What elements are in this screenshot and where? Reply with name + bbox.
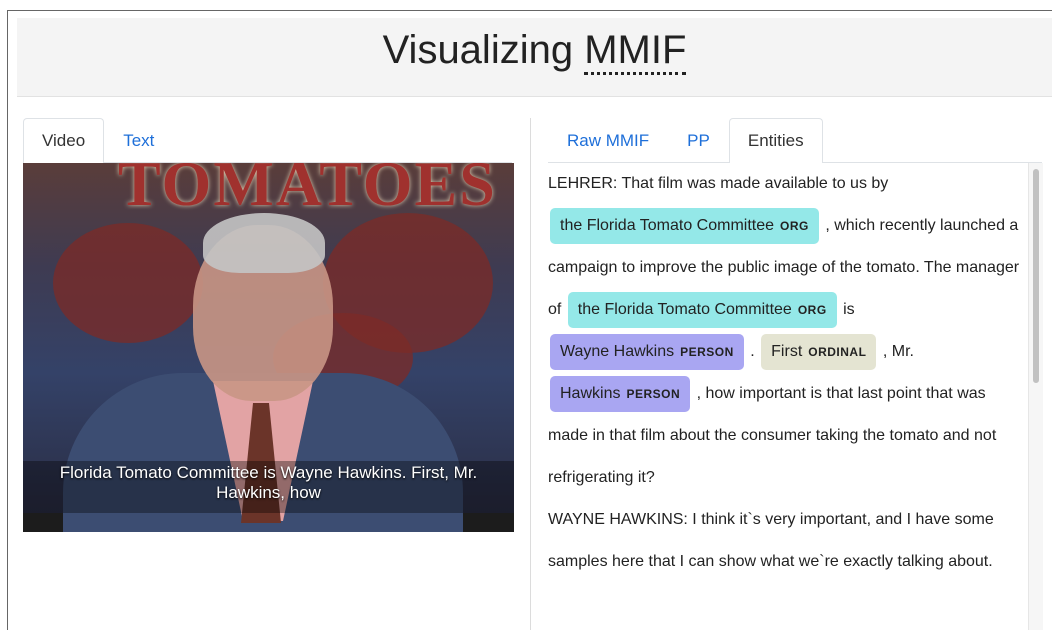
window-frame-left — [0, 10, 8, 630]
entity-text: Wayne Hawkins — [560, 343, 675, 360]
entities-paragraph-2: WAYNE HAWKINS: I think it`s very importa… — [548, 511, 994, 570]
window-frame-top — [7, 10, 1052, 11]
video-sign-text: TOMATOES — [118, 163, 497, 219]
page-header: Visualizing MMIF — [17, 18, 1052, 97]
right-tab-bar: Raw MMIF PP Entities — [548, 118, 1042, 163]
entity-person[interactable]: Wayne Hawkins PERSON — [550, 334, 744, 370]
entity-org[interactable]: the Florida Tomato Committee ORG — [567, 292, 837, 328]
tomato-shape — [53, 223, 203, 343]
entity-person[interactable]: Hawkins PERSON — [550, 376, 691, 412]
tab-video[interactable]: Video — [23, 118, 105, 163]
person-hair — [203, 213, 325, 273]
entity-label: ORDINAL — [808, 345, 867, 359]
entity-label: PERSON — [626, 387, 681, 401]
tab-raw-mmif[interactable]: Raw MMIF — [548, 118, 668, 162]
text-run: LEHRER: That film was made available to … — [548, 175, 889, 192]
text-run: is — [843, 301, 855, 318]
tab-pp[interactable]: PP — [668, 118, 729, 162]
entity-text: Hawkins — [560, 385, 621, 402]
scrollbar-thumb[interactable] — [1033, 169, 1039, 383]
caption-line-2: Hawkins, how — [216, 483, 321, 502]
entity-label: PERSON — [680, 345, 734, 359]
entity-label: ORG — [780, 219, 809, 233]
tab-text[interactable]: Text — [104, 118, 173, 162]
video-player[interactable]: TOMATOES Florida Tomato Committee is Way… — [23, 163, 514, 532]
entities-panel: LEHRER: That film was made available to … — [548, 163, 1028, 630]
entities-scrollbar[interactable] — [1028, 163, 1043, 630]
text-run: . — [750, 343, 755, 360]
left-tab-bar: Video Text — [23, 118, 512, 163]
text-run: , Mr. — [882, 343, 914, 360]
caption-line-1: Florida Tomato Committee is Wayne Hawkin… — [59, 463, 478, 482]
entity-text: First — [771, 343, 803, 360]
tab-entities[interactable]: Entities — [728, 118, 823, 163]
entity-label: ORG — [797, 303, 827, 317]
page-title: Visualizing MMIF — [17, 28, 1052, 75]
page-title-abbr: MMIF — [584, 28, 687, 75]
page-title-prefix: Visualizing — [382, 28, 585, 72]
panel-divider — [530, 118, 531, 630]
entity-text: the Florida Tomato Committee — [577, 301, 792, 318]
entity-text: the Florida Tomato Committee — [560, 217, 775, 234]
entity-org[interactable]: the Florida Tomato Committee ORG — [550, 208, 819, 244]
entity-ordinal[interactable]: First ORDINAL — [761, 334, 877, 370]
video-caption: Florida Tomato Committee is Wayne Hawkin… — [23, 463, 514, 503]
video-frame: TOMATOES Florida Tomato Committee is Way… — [23, 163, 514, 532]
entities-paragraph-1: LEHRER: That film was made available to … — [548, 163, 1028, 499]
